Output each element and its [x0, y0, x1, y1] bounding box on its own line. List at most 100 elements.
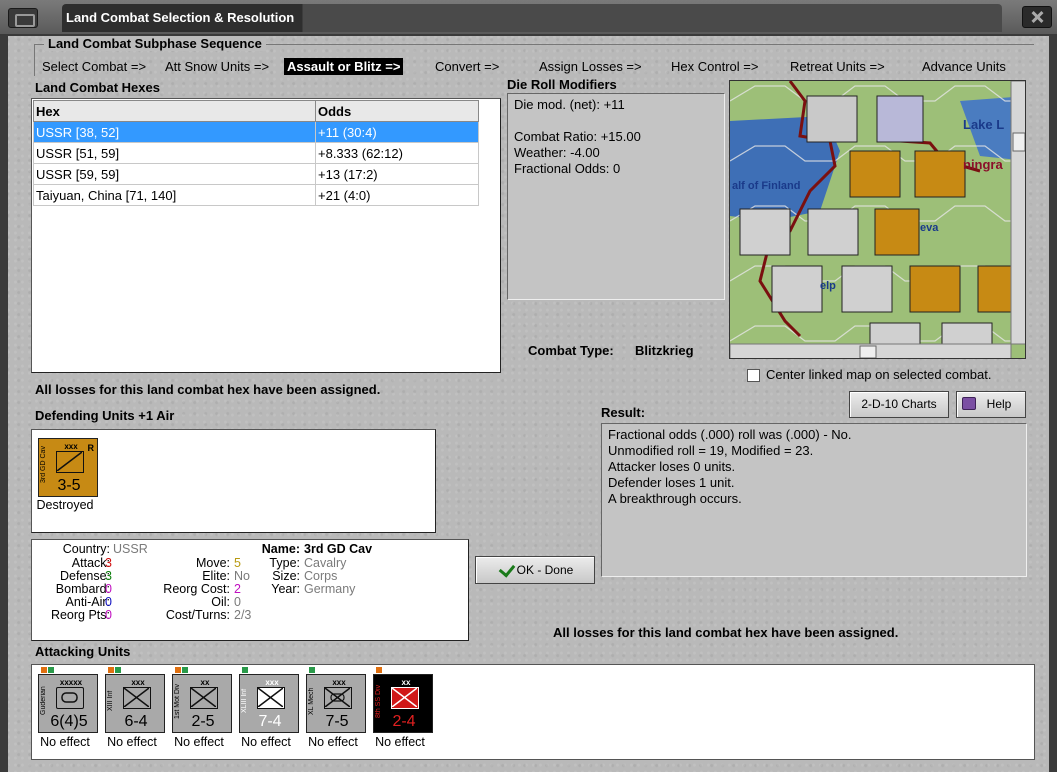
combat-type-value: Blitzkrieg	[635, 343, 694, 358]
result-line: Unmodified roll = 19, Modified = 23.	[608, 443, 814, 458]
sequence-title: Land Combat Subphase Sequence	[44, 36, 266, 51]
sequence-step-retreat: Retreat Units =>	[790, 59, 885, 74]
unit-counter[interactable]: XLIII Inf xxx 7-4	[239, 674, 299, 733]
odds-cell[interactable]: +11 (30:4)	[315, 121, 479, 143]
result-line: A breakthrough occurs.	[608, 491, 742, 506]
combat-hexes-title: Land Combat Hexes	[35, 80, 160, 95]
unit-counter[interactable]: XIII Inf xxx 6-4	[105, 674, 165, 733]
unit-strength: 7-4	[258, 713, 282, 730]
window-frame-right	[1049, 36, 1057, 772]
cavalry-symbol-icon	[56, 451, 84, 473]
close-button[interactable]	[1022, 6, 1052, 28]
status-marker-icon	[108, 667, 114, 673]
map-label-gulf: alf of Finland	[732, 180, 800, 192]
year-label: Year:	[271, 582, 300, 596]
unit-counter[interactable]: 8th SS Div xx 2-4	[373, 674, 433, 733]
unit-status: No effect	[375, 735, 425, 749]
status-marker-icon	[115, 667, 121, 673]
unit-counter[interactable]: 1st Mot Div xx 2-5	[172, 674, 232, 733]
map-vertical-scrollbar[interactable]	[1010, 81, 1026, 345]
odds-cell[interactable]: +13 (17:2)	[315, 163, 479, 185]
unit-status: No effect	[241, 735, 291, 749]
center-map-label[interactable]: Center linked map on selected combat.	[766, 367, 991, 382]
map-label-river: eva	[920, 222, 939, 234]
hex-cell[interactable]: USSR [51, 59]	[33, 142, 316, 164]
table-row[interactable]: USSR [38, 52] +11 (30:4)	[33, 121, 479, 143]
book-icon	[962, 397, 976, 410]
unit-counter[interactable]: 3rd GD Cav xxx R 3-5	[38, 438, 98, 497]
unit-strength: 3-5	[57, 477, 81, 494]
attacking-units-panel: Guderian xxxxx 6(4)5 No effect XIII Inf …	[31, 664, 1035, 760]
window-menu-icon[interactable]	[8, 8, 38, 28]
unit-strength: 6(4)5	[50, 713, 88, 730]
unit-flag: R	[87, 443, 95, 453]
odds-cell[interactable]: +21 (4:0)	[315, 184, 479, 206]
charts-button[interactable]: 2-D-10 Charts	[849, 391, 949, 418]
window-title: Land Combat Selection & Resolution	[62, 4, 1002, 32]
status-marker-icon	[41, 667, 47, 673]
map-vertical-thumb[interactable]	[1012, 132, 1025, 152]
unit-counter[interactable]: Guderian xxxxx 6(4)5	[38, 674, 98, 733]
infantry-symbol-icon	[123, 687, 151, 709]
unit-size: xxx	[131, 678, 145, 687]
attacking-units-title: Attacking Units	[35, 644, 131, 659]
unit-size: xxxxx	[59, 678, 83, 687]
drm-line: Combat Ratio: +15.00	[514, 129, 641, 144]
unit-strength: 2-4	[392, 713, 416, 730]
map-horizontal-thumb[interactable]	[859, 345, 877, 358]
status-marker-icon	[182, 667, 188, 673]
table-row[interactable]: USSR [59, 59] +13 (17:2)	[33, 163, 479, 185]
unit-status: No effect	[40, 735, 90, 749]
sequence-step-assault-blitz: Assault or Blitz =>	[284, 58, 404, 75]
combat-hexes-list: Hex Odds USSR [38, 52] +11 (30:4) USSR […	[31, 98, 501, 373]
column-header-odds[interactable]: Odds	[315, 100, 479, 122]
sequence-step-assign-losses: Assign Losses =>	[539, 59, 642, 74]
unit-counter[interactable]: XL Mech xxx 7-5	[306, 674, 366, 733]
result-line: Attacker loses 0 units.	[608, 459, 736, 474]
sequence-step-select-combat: Select Combat =>	[42, 59, 147, 74]
sequence-step-hex-control: Hex Control =>	[671, 59, 759, 74]
table-row[interactable]: Taiyuan, China [71, 140] +21 (4:0)	[33, 184, 479, 206]
die-roll-modifiers-title: Die Roll Modifiers	[507, 77, 617, 92]
unit-status: Destroyed	[36, 498, 94, 512]
result-box: Fractional odds (.000) roll was (.000) -…	[601, 423, 1027, 577]
center-map-checkbox[interactable]	[747, 369, 760, 382]
odds-cell[interactable]: +8.333 (62:12)	[315, 142, 479, 164]
status-marker-icon	[309, 667, 315, 673]
drm-line: Die mod. (net): +11	[514, 97, 625, 112]
year-value: Germany	[304, 582, 356, 596]
result-title: Result:	[601, 405, 646, 420]
country-value: USSR	[113, 542, 148, 556]
drm-line	[514, 113, 718, 129]
ss-infantry-symbol-icon	[391, 687, 419, 709]
map-label-city: ningra	[963, 157, 1003, 172]
defending-units-title: Defending Units +1 Air	[35, 408, 175, 423]
unit-strength: 6-4	[124, 713, 148, 730]
unit-size: xxx	[64, 442, 78, 451]
status-marker-icon	[175, 667, 181, 673]
map-canvas: Lake L ningra alf of Finland eva elp	[730, 81, 1026, 358]
reorg-pts-label: Reorg Pts:	[50, 608, 110, 622]
column-header-hex[interactable]: Hex	[33, 100, 316, 122]
unit-size: xx	[200, 678, 210, 687]
infantry-symbol-icon	[257, 687, 285, 709]
hex-cell[interactable]: USSR [38, 52]	[33, 121, 316, 143]
die-roll-modifiers-box: Die mod. (net): +11 Combat Ratio: +15.00…	[507, 93, 725, 300]
linked-map[interactable]: Lake L ningra alf of Finland eva elp	[729, 80, 1026, 359]
map-label-lake: Lake L	[963, 117, 1004, 132]
unit-status: No effect	[174, 735, 224, 749]
combat-hexes-table: Hex Odds USSR [38, 52] +11 (30:4) USSR […	[33, 100, 479, 206]
hex-cell[interactable]: USSR [59, 59]	[33, 163, 316, 185]
reorg-pts-value: 0	[105, 608, 112, 622]
ok-done-button[interactable]: OK - Done	[475, 556, 595, 584]
unit-size: xx	[401, 678, 411, 687]
defending-units-panel: 3rd GD Cav xxx R 3-5 Destroyed	[31, 429, 436, 533]
drm-line: Fractional Odds: 0	[514, 161, 621, 176]
status-marker-icon	[376, 667, 382, 673]
unit-details-panel: Country: USSR Attack: 3 Defense: 3 Bomba…	[31, 539, 469, 641]
hex-cell[interactable]: Taiyuan, China [71, 140]	[33, 184, 316, 206]
status-marker-icon	[242, 667, 248, 673]
cost-turns-value: 2/3	[234, 608, 252, 622]
table-row[interactable]: USSR [51, 59] +8.333 (62:12)	[33, 142, 479, 164]
sequence-step-convert: Convert =>	[435, 59, 500, 74]
